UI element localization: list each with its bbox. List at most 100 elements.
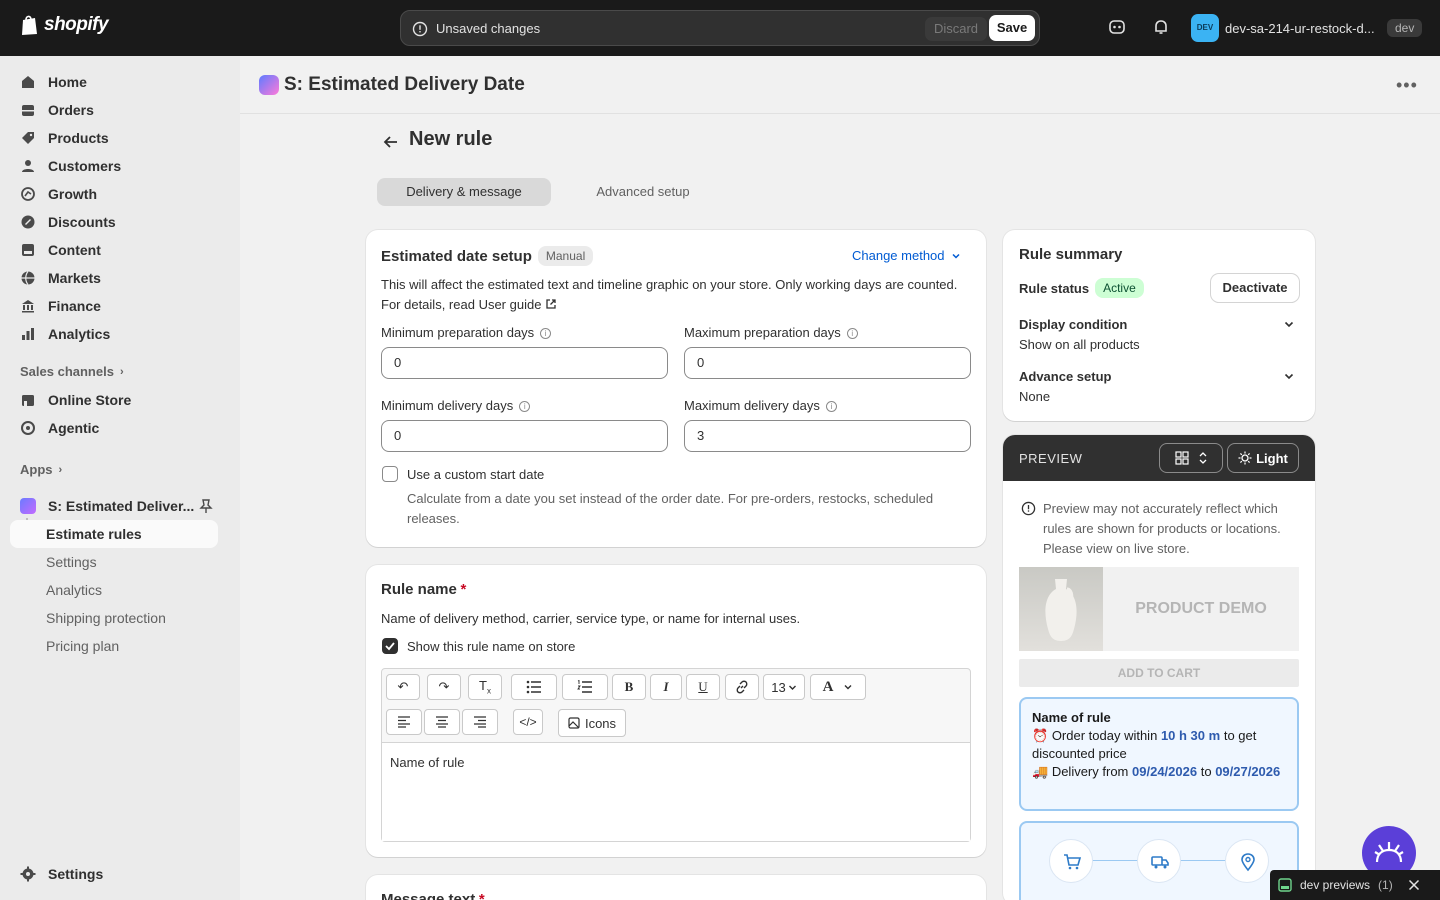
- timeline-step-ordered: [1049, 839, 1093, 883]
- user-guide-link[interactable]: User guide: [479, 297, 542, 312]
- sidebar-item-online-store[interactable]: Online Store: [10, 386, 218, 414]
- tab-advanced-setup[interactable]: Advanced setup: [557, 178, 729, 206]
- undo-button[interactable]: ↶: [386, 674, 420, 700]
- italic-button[interactable]: I: [650, 674, 682, 700]
- sidebar-item-discounts[interactable]: Discounts: [10, 208, 218, 236]
- sidebar-subitem-analytics[interactable]: Analytics: [46, 576, 102, 604]
- custom-start-date-label[interactable]: Use a custom start date: [407, 467, 544, 482]
- link-button[interactable]: [725, 674, 759, 700]
- tabs: Delivery & message Advanced setup: [377, 178, 1315, 206]
- more-actions-icon[interactable]: •••: [1396, 76, 1418, 94]
- sidebar-item-orders[interactable]: Orders: [10, 96, 218, 124]
- redo-icon: ↷: [438, 679, 450, 694]
- info-icon[interactable]: i: [846, 328, 858, 339]
- chevron-down-icon[interactable]: [1283, 370, 1295, 382]
- date-to: 09/27/2026: [1215, 764, 1281, 779]
- save-button[interactable]: Save: [989, 15, 1035, 41]
- sidebar-subitem-estimate-rules-label[interactable]: Estimate rules: [46, 520, 142, 548]
- content-icon: [22, 244, 34, 256]
- min-prep-input[interactable]: 0: [381, 347, 668, 379]
- editor-content-area[interactable]: Name of rule: [382, 742, 970, 841]
- clear-format-button[interactable]: Tx: [468, 674, 502, 700]
- chevron-down-icon[interactable]: [1283, 318, 1295, 330]
- info-icon[interactable]: i: [825, 401, 837, 412]
- advance-setup-label[interactable]: Advance setup: [1019, 369, 1111, 384]
- sidebar-item-home[interactable]: Home: [10, 68, 218, 96]
- sales-channels-heading[interactable]: Sales channels ›: [20, 364, 124, 379]
- rule-name-help: Name of delivery method, carrier, servic…: [381, 611, 801, 626]
- bullet-list-button[interactable]: [511, 674, 557, 700]
- close-icon[interactable]: [1408, 879, 1420, 891]
- alert-circle-icon: [412, 21, 428, 37]
- shopify-wordmark: shopify: [44, 14, 109, 35]
- show-rule-name-label[interactable]: Show this rule name on store: [407, 639, 575, 654]
- deactivate-button[interactable]: Deactivate: [1211, 274, 1299, 302]
- rule-summary-card: Rule summary Rule status Active Deactiva…: [1003, 230, 1315, 421]
- info-icon[interactable]: i: [540, 328, 552, 339]
- back-arrow-icon[interactable]: [381, 132, 401, 152]
- align-center-button[interactable]: [424, 709, 460, 735]
- discount-icon: [21, 215, 35, 229]
- sidebar-item-settings[interactable]: Settings: [10, 860, 218, 888]
- max-delivery-label: Maximum delivery days i: [684, 398, 837, 413]
- sidebar-subitem-shipping-protection[interactable]: Shipping protection: [46, 604, 166, 632]
- sidebar-app-item[interactable]: S: Estimated Deliver...: [10, 492, 218, 520]
- sidebar-item-markets[interactable]: Markets: [10, 264, 218, 292]
- store-switcher[interactable]: DEV dev-sa-214-ur-restock-d...: [1191, 14, 1375, 42]
- sidekick-icon[interactable]: [1108, 18, 1126, 36]
- bold-button[interactable]: B: [612, 674, 646, 700]
- date-setup-title: Estimated date setup: [381, 247, 532, 265]
- code-view-button[interactable]: </>: [513, 709, 543, 735]
- sidebar-item-label: Discounts: [48, 214, 116, 230]
- device-select[interactable]: [1159, 443, 1223, 473]
- font-size-select[interactable]: 13: [763, 674, 805, 700]
- show-rule-name-checkbox[interactable]: [382, 638, 398, 654]
- sidebar-item-growth[interactable]: Growth: [10, 180, 218, 208]
- bell-icon[interactable]: [1152, 18, 1170, 36]
- info-icon[interactable]: i: [519, 401, 531, 412]
- sidebar-item-content[interactable]: Content: [10, 236, 218, 264]
- sidebar-item-customers[interactable]: Customers: [10, 152, 218, 180]
- theme-toggle-button[interactable]: Light: [1227, 443, 1299, 473]
- sidebar-item-label: S: Estimated Deliver...: [48, 498, 195, 514]
- unsaved-changes-bar: Unsaved changes Discard Save: [400, 10, 1040, 46]
- external-link-icon[interactable]: [545, 298, 557, 310]
- display-condition-label[interactable]: Display condition: [1019, 317, 1127, 332]
- max-delivery-input[interactable]: 3: [684, 420, 971, 452]
- underline-button[interactable]: U: [686, 674, 720, 700]
- sidebar-subitem-pricing-plan[interactable]: Pricing plan: [46, 632, 119, 660]
- change-method-button[interactable]: Change method: [852, 248, 961, 263]
- preview-warning: Preview may not accurately reflect which…: [1043, 501, 1281, 556]
- pin-icon[interactable]: [199, 498, 213, 514]
- sidebar-item-products[interactable]: Products: [10, 124, 218, 152]
- growth-icon: [21, 187, 35, 201]
- shopify-logo[interactable]: shopify: [20, 14, 109, 36]
- sidebar-item-analytics[interactable]: Analytics: [10, 320, 218, 348]
- text-color-button[interactable]: A: [810, 674, 866, 700]
- min-delivery-input[interactable]: 0: [381, 420, 668, 452]
- align-right-button[interactable]: [462, 709, 498, 735]
- add-to-cart-button[interactable]: ADD TO CART: [1019, 659, 1299, 687]
- icons-button[interactable]: Icons: [558, 709, 626, 737]
- link-icon: [736, 680, 748, 694]
- message-text-title: Message text: [381, 891, 476, 900]
- message-text-card: Message text *: [366, 875, 986, 900]
- change-method-label: Change method: [852, 248, 945, 263]
- dev-previews-label[interactable]: dev previews: [1300, 878, 1370, 892]
- estimate-message-box: Name of rule ⏰ Order today within 10 h 3…: [1019, 697, 1299, 811]
- delivery-prefix: Delivery from: [1051, 764, 1129, 779]
- sidebar-subitem-settings[interactable]: Settings: [46, 548, 97, 576]
- tab-delivery-message[interactable]: Delivery & message: [377, 178, 551, 206]
- max-prep-input[interactable]: 0: [684, 347, 971, 379]
- code-icon: </>: [519, 715, 537, 729]
- discard-button[interactable]: Discard: [925, 17, 987, 41]
- max-delivery-label-text: Maximum delivery days: [684, 398, 820, 413]
- apps-heading[interactable]: Apps ›: [20, 462, 62, 477]
- sidebar-item-agentic[interactable]: Agentic: [10, 414, 218, 442]
- numbered-list-button[interactable]: [562, 674, 608, 700]
- custom-start-date-checkbox[interactable]: [382, 466, 398, 482]
- required-mark: *: [460, 581, 467, 598]
- sidebar-item-finance[interactable]: Finance: [10, 292, 218, 320]
- align-left-button[interactable]: [386, 709, 422, 735]
- redo-button[interactable]: ↷: [427, 674, 461, 700]
